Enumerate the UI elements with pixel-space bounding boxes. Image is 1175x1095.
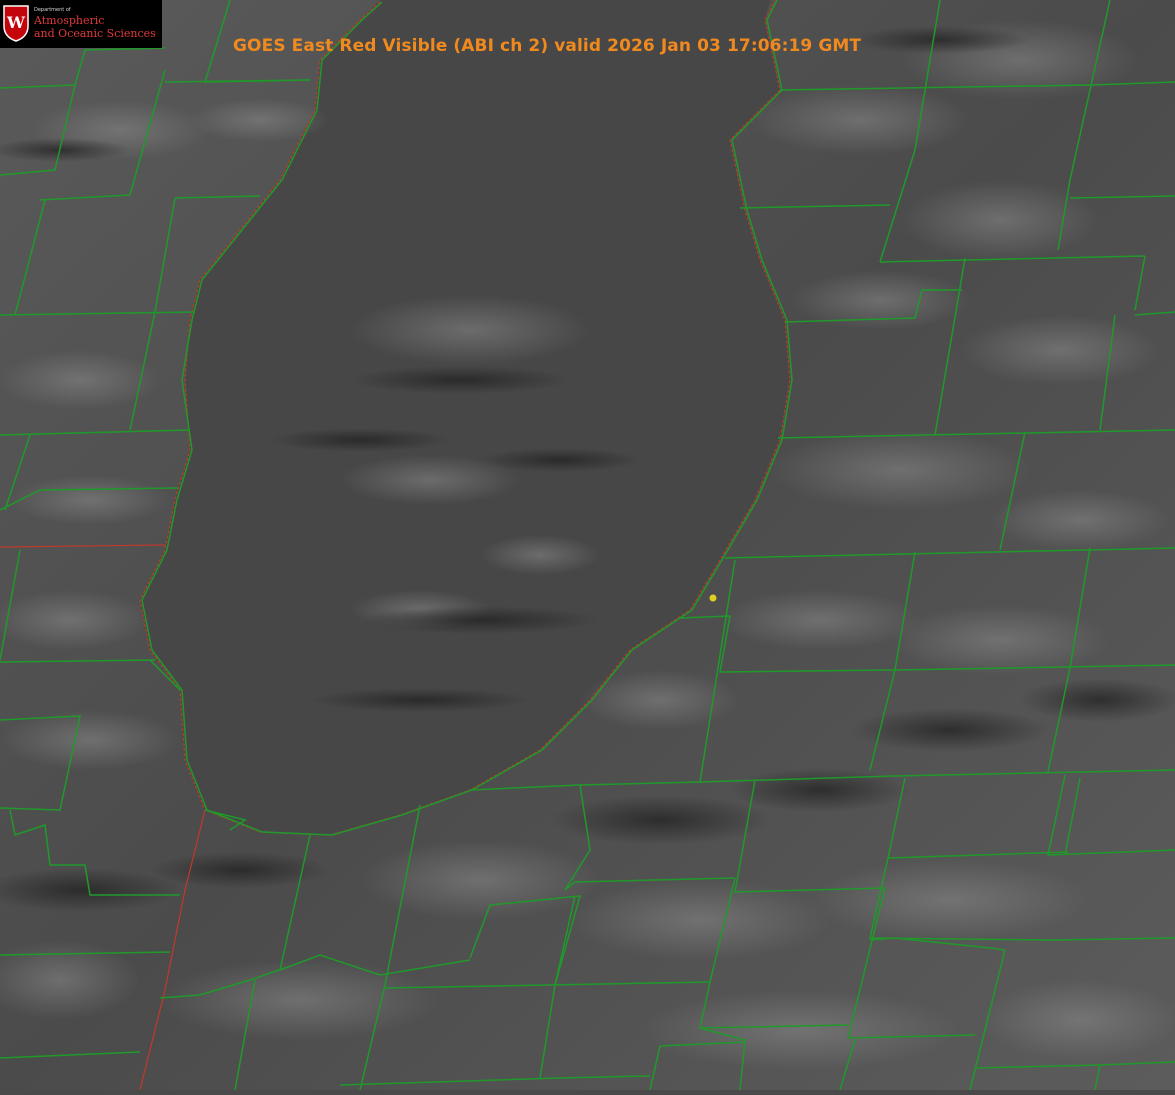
uw-crest-icon: W [3,5,29,42]
logo-dept-label: Department of [34,7,71,13]
map-title: GOES East Red Visible (ABI ch 2) valid 2… [233,36,862,56]
logo-line-atmospheric: Atmospheric [34,14,105,27]
logo-line-oceanic: and Oceanic Sciences [34,27,156,40]
location-marker-dot [709,594,717,602]
satellite-map: W Department of Atmospheric and Oceanic … [0,0,1175,1091]
map-canvas [0,0,1175,1091]
uw-aos-logo: W Department of Atmospheric and Oceanic … [0,0,162,48]
crest-letter: W [6,13,26,32]
